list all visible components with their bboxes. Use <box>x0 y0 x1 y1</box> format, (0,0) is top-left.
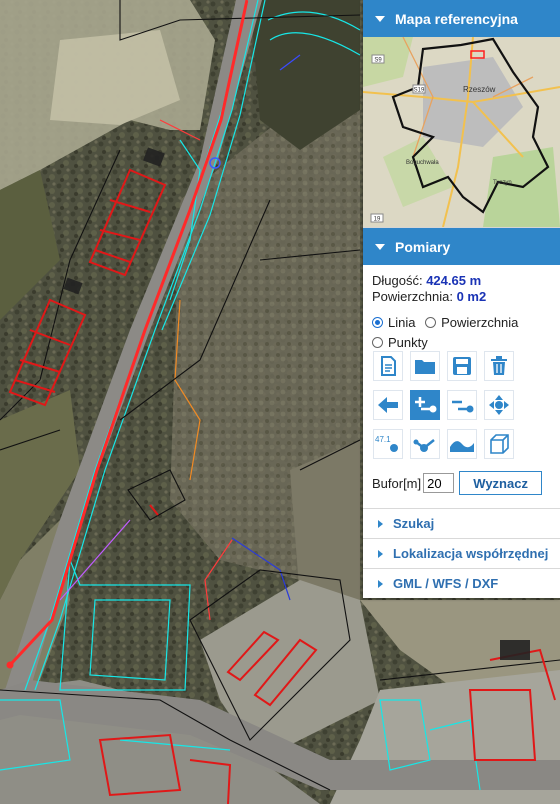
label-value-icon: 47.1 <box>375 435 398 452</box>
refmap-header[interactable]: Mapa referencyjna <box>363 0 560 37</box>
length-value: 424.65 m <box>426 273 482 288</box>
city-label: Rzeszów <box>463 85 496 94</box>
open-folder-icon <box>415 360 435 374</box>
trash-icon <box>491 356 507 375</box>
back-arrow-icon <box>378 397 398 413</box>
save-icon <box>453 357 471 375</box>
caret-right-icon <box>378 519 383 528</box>
place-label: Tyczyn <box>493 180 512 186</box>
road-label: S9 <box>374 58 382 64</box>
polyline-icon <box>413 439 435 452</box>
refmap-title: Mapa referencyjna <box>395 10 518 27</box>
compute-buffer-button[interactable]: Wyznacz <box>459 471 543 495</box>
buffer-row: Bufor[m] Wyznacz <box>372 471 543 495</box>
mode-radio-punkty[interactable]: Punkty <box>372 332 428 352</box>
caret-down-icon <box>375 15 385 22</box>
label-values-button[interactable]: 47.1 <box>373 429 403 459</box>
section-szukaj[interactable]: Szukaj <box>363 508 560 538</box>
section-label: Lokalizacja współrzędnej <box>393 546 549 561</box>
mode-radio-linia[interactable]: Linia <box>372 312 415 332</box>
new-document-button[interactable] <box>373 351 403 381</box>
section-label: GML / WFS / DXF <box>393 576 499 591</box>
pomiary-title: Pomiary <box>395 238 451 255</box>
mode-label: Punkty <box>388 334 428 350</box>
road-label: 19 <box>374 217 381 223</box>
radio-on-icon[interactable] <box>372 316 383 328</box>
reference-map[interactable]: S9 S19 19 Rzeszów Boguchwała Tyczyn <box>363 37 560 228</box>
tools-panel: Mapa referencyjna S9 S19 19 Rzeszów Bogu… <box>363 0 560 598</box>
radio-off-icon[interactable] <box>425 316 437 328</box>
remove-vertex-icon <box>452 400 474 413</box>
profile-button[interactable] <box>447 429 477 459</box>
mode-label: Linia <box>388 314 416 330</box>
section-lokalizacja[interactable]: Lokalizacja współrzędnej <box>363 538 560 568</box>
3d-button[interactable] <box>484 429 514 459</box>
pan-arrows-icon <box>489 395 509 415</box>
pomiary-header[interactable]: Pomiary <box>363 228 560 265</box>
area-value: 0 m2 <box>456 289 487 304</box>
3d-box-icon <box>490 434 509 454</box>
save-button[interactable] <box>447 351 477 381</box>
measurement-readout: Długość: 424.65 m Powierzchnia: 0 m2 <box>363 265 560 305</box>
length-label: Długość: <box>372 273 423 288</box>
remove-vertex-button[interactable] <box>447 390 477 420</box>
mode-label: Powierzchnia <box>441 314 519 330</box>
polyline-button[interactable] <box>410 429 440 459</box>
delete-button[interactable] <box>484 351 514 381</box>
svg-text:47.1: 47.1 <box>375 435 391 444</box>
caret-right-icon <box>378 579 383 588</box>
caret-right-icon <box>378 549 383 558</box>
place-label: Boguchwała <box>406 160 439 166</box>
section-label: Szukaj <box>393 516 435 531</box>
new-document-icon <box>381 356 396 376</box>
buffer-input[interactable] <box>423 473 455 493</box>
add-vertex-button[interactable] <box>410 390 440 420</box>
area-label: Powierzchnia: <box>372 289 453 304</box>
caret-down-icon <box>375 243 385 250</box>
road-label: S19 <box>414 88 425 94</box>
profile-curve-icon <box>450 441 474 452</box>
radio-off-icon[interactable] <box>372 336 383 348</box>
add-vertex-icon <box>415 397 437 413</box>
pan-button[interactable] <box>484 390 514 420</box>
section-gml-wfs-dxf[interactable]: GML / WFS / DXF <box>363 568 560 598</box>
mode-radio-group: Linia Powierzchnia Punkty <box>363 305 560 352</box>
mode-radio-powierzchnia[interactable]: Powierzchnia <box>425 312 518 332</box>
buffer-label: Bufor[m] <box>372 475 422 491</box>
open-folder-button[interactable] <box>410 351 440 381</box>
undo-button[interactable] <box>373 390 403 420</box>
